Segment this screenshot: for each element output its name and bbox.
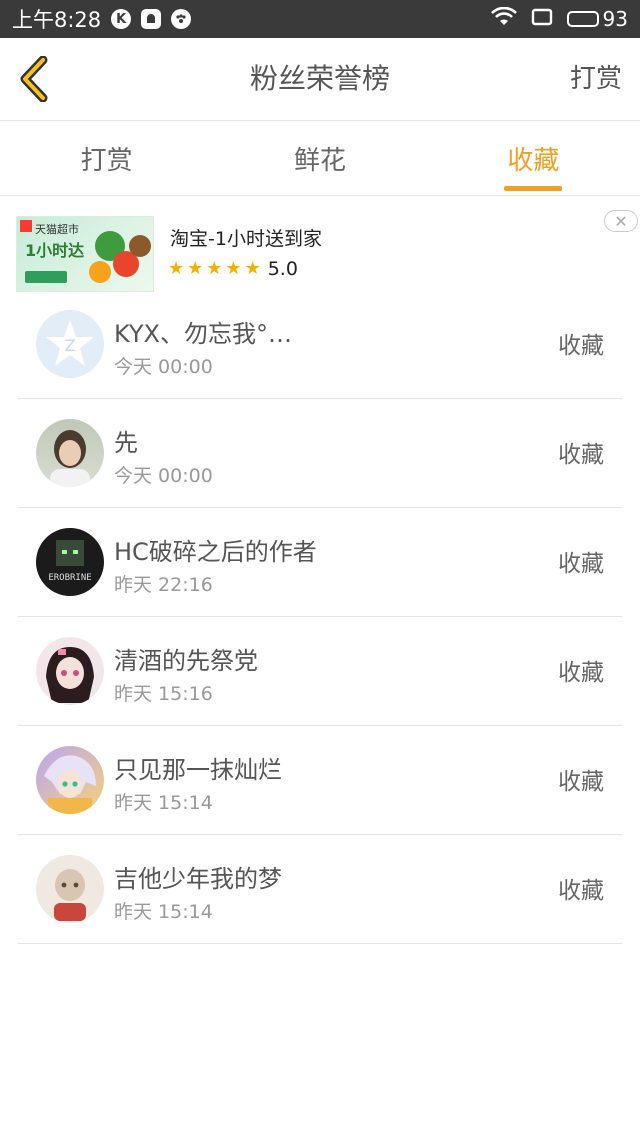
- battery-icon: [566, 11, 599, 27]
- star-icon: ★: [187, 258, 204, 279]
- close-ad-icon[interactable]: ✕: [604, 210, 638, 232]
- list-item[interactable]: Z KYX、勿忘我°… 今天 00:00 收藏: [18, 290, 622, 399]
- tab-favorites[interactable]: 收藏: [427, 121, 640, 195]
- user-name: 先: [114, 429, 138, 457]
- status-bar: 上午8:28 K 93: [0, 0, 640, 38]
- star-icon: ★: [244, 258, 261, 279]
- ad-image-caption: 天猫超市: [35, 223, 79, 236]
- status-left: 上午8:28 K: [12, 0, 192, 38]
- action-label: 收藏: [558, 333, 604, 359]
- action-label: 收藏: [558, 551, 604, 577]
- ad-rating: ★ ★ ★ ★ ★ 5.0: [168, 258, 298, 280]
- user-name: 只见那一抹灿烂: [114, 756, 282, 784]
- action-label: 收藏: [558, 660, 604, 686]
- tab-reward[interactable]: 打赏: [0, 121, 213, 195]
- favorite-time: 昨天 22:16: [114, 574, 213, 596]
- list-item[interactable]: 先 今天 00:00 收藏: [18, 399, 622, 508]
- avatar[interactable]: EROBRINE: [36, 528, 104, 596]
- avatar[interactable]: [36, 637, 104, 705]
- favorite-time: 今天 00:00: [114, 465, 213, 487]
- avatar[interactable]: [36, 855, 104, 923]
- user-name: KYX、勿忘我°…: [114, 320, 292, 348]
- star-icon: ★: [168, 258, 185, 279]
- favorite-time: 今天 00:00: [114, 356, 213, 378]
- ad-image[interactable]: 天猫超市 1小时达: [16, 216, 154, 292]
- svg-text:Z: Z: [65, 336, 76, 355]
- favorite-time: 昨天 15:14: [114, 792, 213, 814]
- favorite-time: 昨天 15:16: [114, 683, 213, 705]
- vegetable-icon: [89, 261, 111, 283]
- status-time: 上午8:28: [12, 8, 102, 32]
- game-app-icon: [171, 9, 192, 29]
- reward-button[interactable]: 打赏: [570, 38, 622, 120]
- ad-banner[interactable]: 天猫超市 1小时达 淘宝-1小时送到家 ★ ★ ★ ★ ★ 5.0 ✕: [16, 210, 638, 298]
- list-item[interactable]: EROBRINE HC破碎之后的作者 昨天 22:16 收藏: [18, 508, 622, 617]
- list-item[interactable]: 清酒的先祭党 昨天 15:16 收藏: [18, 617, 622, 726]
- battery-level: 93: [602, 7, 628, 31]
- ad-title: 淘宝-1小时送到家: [170, 228, 322, 250]
- vegetable-icon: [129, 235, 151, 257]
- user-name: HC破碎之后的作者: [114, 538, 317, 566]
- user-name: 吉他少年我的梦: [114, 865, 282, 893]
- tab-flowers[interactable]: 鲜花: [213, 121, 426, 195]
- status-right: 93: [490, 0, 628, 38]
- star-icon: ★: [206, 258, 223, 279]
- ad-rating-score: 5.0: [267, 258, 298, 280]
- avatar[interactable]: [36, 746, 104, 814]
- list-item[interactable]: 吉他少年我的梦 昨天 15:14 收藏: [18, 835, 622, 944]
- avatar[interactable]: [36, 419, 104, 487]
- ad-image-button: [25, 271, 67, 283]
- action-label: 收藏: [558, 769, 604, 795]
- favorites-list: Z KYX、勿忘我°… 今天 00:00 收藏 先 今天 00:00 收藏 ER…: [18, 290, 622, 944]
- favorite-time: 昨天 15:14: [114, 901, 213, 923]
- list-item[interactable]: 只见那一抹灿烂 昨天 15:14 收藏: [18, 726, 622, 835]
- wifi-icon: [490, 6, 517, 31]
- sim-icon: [531, 8, 553, 30]
- page-title: 粉丝荣誉榜: [249, 62, 390, 95]
- svg-text:EROBRINE: EROBRINE: [48, 573, 91, 583]
- user-name: 清酒的先祭党: [114, 647, 258, 675]
- star-icon: ★: [225, 258, 242, 279]
- tab-bar: 打赏 鲜花 收藏: [0, 121, 640, 196]
- ad-image-headline: 1小时达: [25, 241, 85, 260]
- notification-app-icon: [141, 9, 162, 29]
- k-app-icon: K: [111, 9, 132, 29]
- action-label: 收藏: [558, 442, 604, 468]
- battery-indicator: 93: [566, 7, 628, 31]
- tmall-logo-icon: [20, 220, 32, 232]
- action-label: 收藏: [558, 878, 604, 904]
- navigation-bar: 粉丝荣誉榜 打赏: [0, 38, 640, 121]
- avatar[interactable]: Z: [36, 310, 104, 378]
